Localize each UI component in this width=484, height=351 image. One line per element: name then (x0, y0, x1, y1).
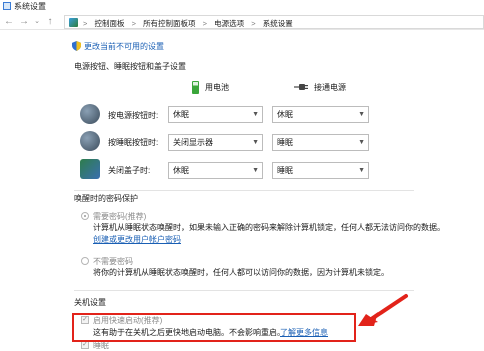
password-section-title: 唤醒时的密码保护 (74, 194, 138, 203)
laptop-lid-icon (80, 159, 100, 179)
window-title: 系统设置 (14, 2, 46, 11)
power-button-icon (80, 104, 100, 124)
battery-column-label: 用电池 (205, 82, 229, 92)
lid-plugged-select[interactable]: 睡眠 ▼ (272, 162, 369, 179)
chevron-down-icon: ▼ (358, 111, 365, 118)
breadcrumb: > 控制面板 > 所有控制面板项 > 电源选项 > 系统设置 (83, 18, 298, 29)
annotation-arrow (358, 294, 408, 326)
no-password-label: 不需要密码 (93, 257, 133, 266)
require-password-radio[interactable] (81, 212, 89, 220)
back-arrow-icon[interactable]: ← (3, 16, 15, 28)
plugged-column-header: 接通电源 (294, 80, 346, 94)
battery-icon (192, 80, 199, 94)
sleep-button-battery-select[interactable]: 关闭显示器 ▼ (168, 134, 263, 151)
shield-icon (72, 41, 81, 51)
chevron-down-icon: ▼ (252, 167, 259, 174)
change-unavailable-link[interactable]: 更改当前不可用的设置 (84, 41, 164, 52)
chevron-down-icon: ▼ (358, 139, 365, 146)
plugged-column-label: 接通电源 (314, 82, 346, 92)
sleep-button-plugged-value: 睡眠 (277, 138, 293, 147)
forward-arrow-icon[interactable]: → (18, 16, 30, 28)
plug-icon (294, 84, 308, 90)
breadcrumb-all-items[interactable]: 所有控制面板项 (143, 19, 196, 28)
breadcrumb-control-panel[interactable]: 控制面板 (94, 19, 124, 28)
shutdown-section-title: 关机设置 (74, 298, 106, 307)
control-panel-icon (69, 18, 78, 27)
address-bar: ← → ⌄ ↑ > 控制面板 > 所有控制面板项 > 电源选项 > 系统设置 (0, 14, 484, 30)
breadcrumb-separator: > (251, 19, 256, 28)
sleep-checkbox[interactable]: ✓ (81, 341, 89, 349)
power-button-plugged-select[interactable]: 休眠 ▼ (272, 106, 369, 123)
no-password-desc: 将你的计算机从睡眠状态唤醒时，任何人都可以访问你的数据，因为计算机未锁定。 (93, 268, 389, 277)
window-icon (3, 2, 11, 10)
lid-label: 关闭盖子时: (108, 166, 151, 175)
power-button-battery-select[interactable]: 休眠 ▼ (168, 106, 263, 123)
sleep-button-label: 按睡眠按钮时: (108, 138, 159, 147)
require-password-desc: 计算机从睡眠状态唤醒时，如果未输入正确的密码来解除计算机锁定，任何人都无法访问你… (93, 223, 445, 232)
sleep-button-icon (80, 131, 100, 151)
section-divider (74, 290, 414, 291)
lid-battery-value: 休眠 (173, 166, 189, 175)
up-arrow-icon[interactable]: ↑ (44, 16, 56, 28)
change-password-link[interactable]: 创建或更改用户帐户密码 (93, 234, 181, 245)
breadcrumb-separator: > (83, 19, 88, 28)
breadcrumb-separator: > (131, 19, 136, 28)
lid-battery-select[interactable]: 休眠 ▼ (168, 162, 263, 179)
chevron-down-icon: ▼ (252, 111, 259, 118)
lid-plugged-value: 睡眠 (277, 166, 293, 175)
annotation-highlight-box (72, 313, 356, 342)
sleep-button-plugged-select[interactable]: 睡眠 ▼ (272, 134, 369, 151)
breadcrumb-separator: > (202, 19, 208, 28)
recent-chevron-icon[interactable]: ⌄ (31, 16, 43, 28)
power-button-plugged-value: 休眠 (277, 110, 293, 119)
power-buttons-section-title: 电源按钮、睡眠按钮和盖子设置 (74, 62, 186, 71)
require-password-label: 需要密码(推荐) (93, 212, 147, 221)
chevron-down-icon: ▼ (358, 167, 365, 174)
breadcrumb-system-settings[interactable]: 系统设置 (263, 19, 293, 28)
address-box[interactable]: > 控制面板 > 所有控制面板项 > 电源选项 > 系统设置 (64, 15, 484, 29)
chevron-down-icon: ▼ (252, 139, 259, 146)
sleep-button-battery-value: 关闭显示器 (173, 138, 213, 147)
title-bar: 系统设置 (0, 0, 484, 12)
battery-column-header: 用电池 (192, 80, 229, 94)
breadcrumb-power-options[interactable]: 电源选项 (214, 19, 244, 28)
no-password-radio[interactable] (81, 257, 89, 265)
power-button-label: 按电源按钮时: (108, 111, 159, 120)
section-divider (74, 190, 414, 191)
power-button-battery-value: 休眠 (173, 110, 189, 119)
